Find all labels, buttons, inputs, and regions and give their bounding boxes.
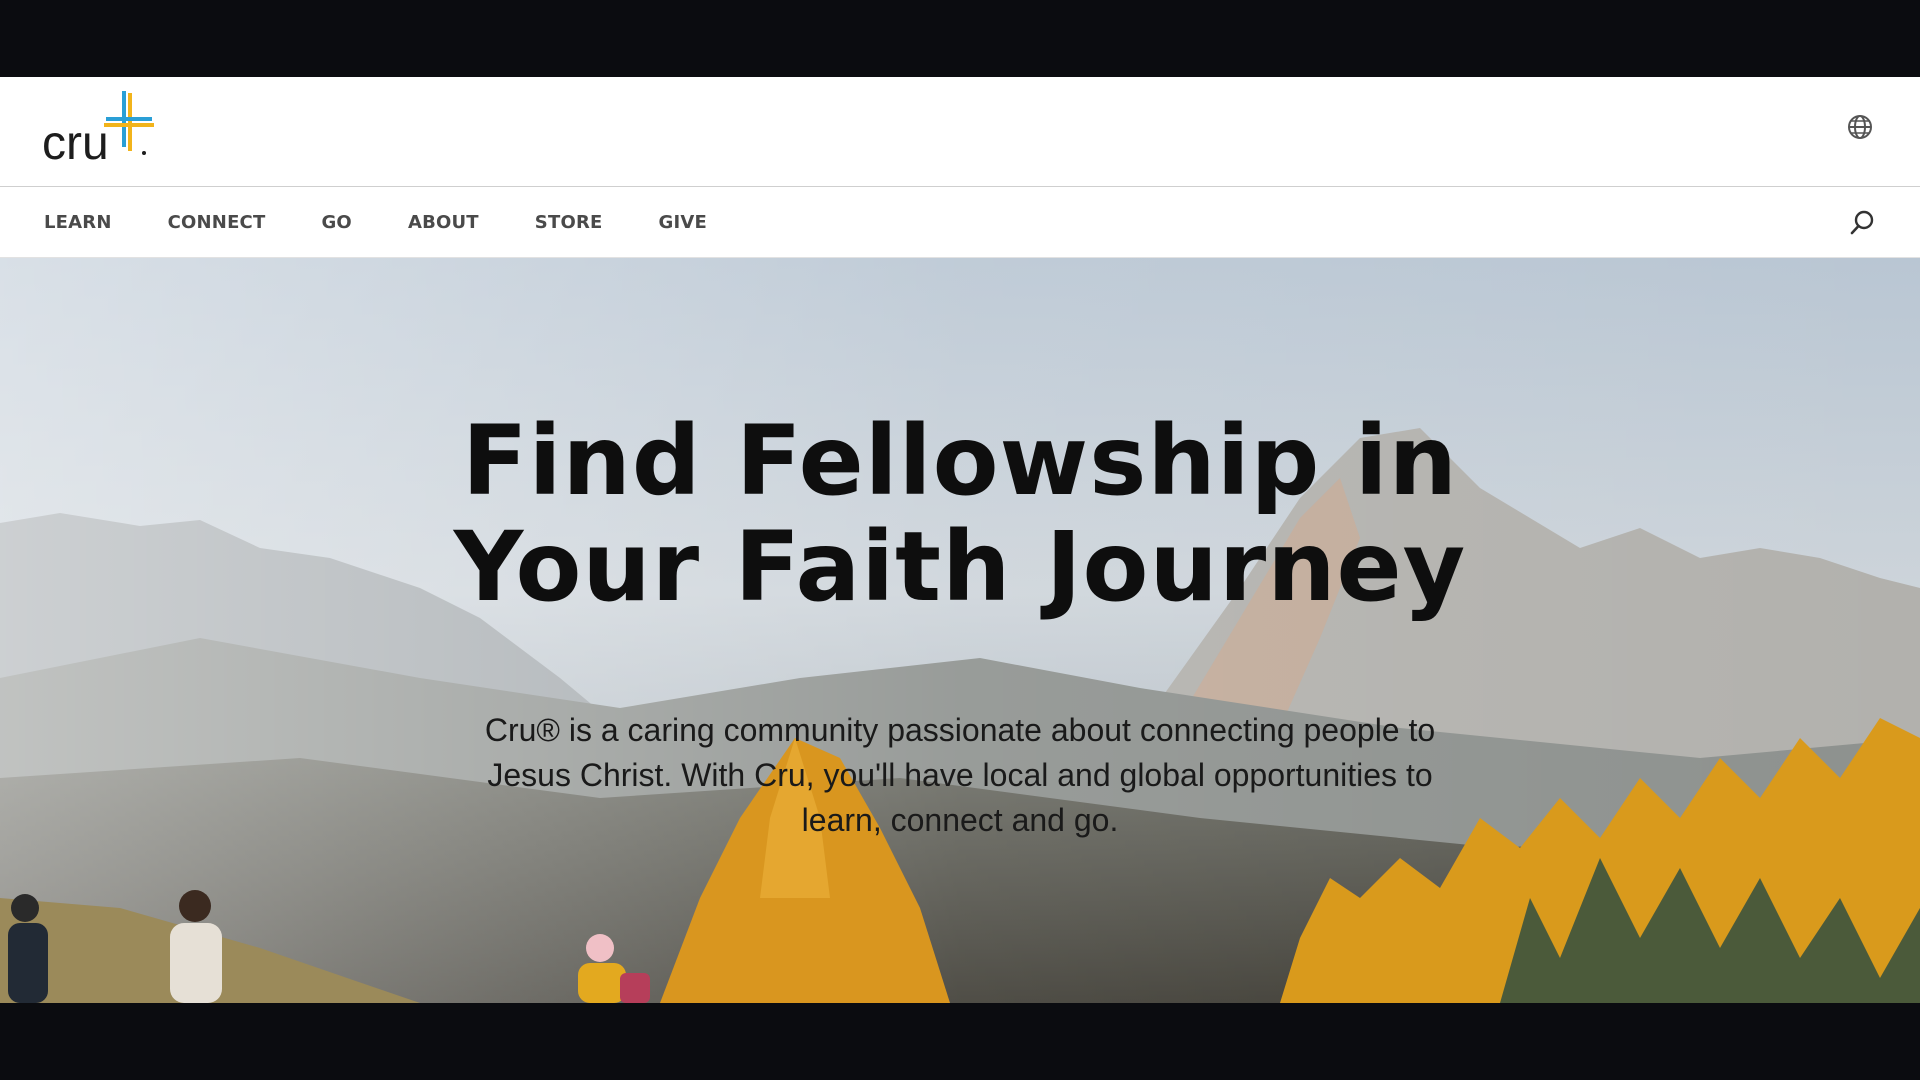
hero-background-image xyxy=(0,258,1920,1003)
hero-description-line-1: Cru® is a caring community passionate ab… xyxy=(484,712,1436,748)
search-button[interactable] xyxy=(1846,207,1878,239)
main-navigation: LEARN CONNECT GO ABOUT STORE GIVE xyxy=(0,187,1920,258)
cru-logo[interactable]: cru xyxy=(42,87,162,170)
site-header: cru xyxy=(0,77,1920,187)
logo-text: cru xyxy=(42,117,109,165)
nav-item-give[interactable]: GIVE xyxy=(659,212,708,233)
nav-item-learn[interactable]: LEARN xyxy=(44,212,112,233)
hero-title-line-1: Find Fellowship in xyxy=(462,405,1458,517)
nav-item-store[interactable]: STORE xyxy=(535,212,603,233)
globe-icon xyxy=(1848,115,1872,139)
nav-list: LEARN CONNECT GO ABOUT STORE GIVE xyxy=(44,187,763,257)
browser-frame: cru LEARN CONNECT GO ABOUT STORE GIVE Fi… xyxy=(0,0,1920,1080)
hero-description-line-3: learn, connect and go. xyxy=(801,802,1119,838)
search-icon xyxy=(1850,210,1874,235)
cru-logo-mark: cru xyxy=(42,91,154,170)
language-button[interactable] xyxy=(1844,111,1876,143)
hero-description: Cru® is a caring community passionate ab… xyxy=(420,708,1500,843)
nav-item-go[interactable]: GO xyxy=(321,212,351,233)
hero-title: Find Fellowship in Your Faith Journey xyxy=(360,408,1560,620)
hero-description-line-2: Jesus Christ. With Cru, you'll have loca… xyxy=(487,757,1433,793)
web-page: cru LEARN CONNECT GO ABOUT STORE GIVE Fi… xyxy=(0,77,1920,1003)
hero-section: Find Fellowship in Your Faith Journey Cr… xyxy=(0,258,1920,1003)
hero-title-line-2: Your Faith Journey xyxy=(453,511,1467,623)
nav-item-connect[interactable]: CONNECT xyxy=(168,212,266,233)
nav-item-about[interactable]: ABOUT xyxy=(408,212,479,233)
